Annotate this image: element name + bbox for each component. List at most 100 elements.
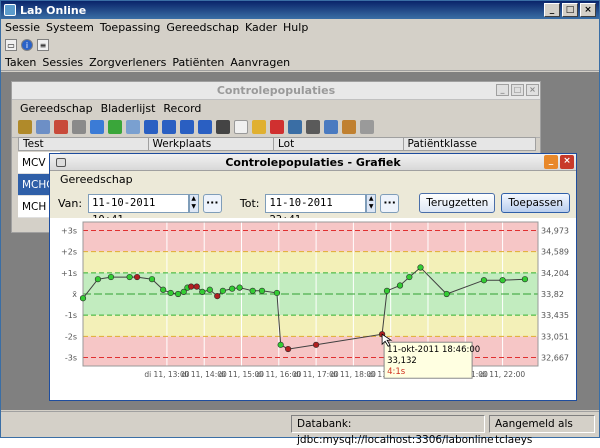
data-point bbox=[417, 264, 424, 271]
maximize-button[interactable]: □ bbox=[562, 3, 578, 17]
toepassen-button[interactable]: Toepassen bbox=[501, 193, 570, 213]
nav-zorgverleners[interactable]: Zorgverleners bbox=[89, 56, 166, 69]
close-button[interactable]: × bbox=[580, 3, 596, 17]
chart-icon[interactable] bbox=[288, 119, 302, 134]
left-tick-label: +1s bbox=[61, 269, 77, 278]
data-point bbox=[312, 341, 320, 348]
x-tick-label: di 11, 22:00 bbox=[480, 370, 525, 379]
dialog-close-button[interactable]: × bbox=[560, 155, 574, 169]
menu-systeem[interactable]: Systeem bbox=[46, 21, 94, 34]
data-point bbox=[443, 290, 450, 298]
right-tick-label: 34,204 bbox=[541, 269, 569, 278]
band-yellow-bottom bbox=[83, 315, 538, 337]
refresh-icon[interactable] bbox=[108, 119, 122, 134]
tot-label: Tot: bbox=[239, 196, 260, 210]
previous-icon[interactable] bbox=[162, 119, 176, 134]
print-icon[interactable] bbox=[72, 119, 86, 134]
info-icon[interactable]: i bbox=[21, 39, 33, 51]
minimize-button[interactable]: _ bbox=[544, 3, 560, 17]
database-icon[interactable] bbox=[324, 119, 338, 134]
van-date-field[interactable]: 11-10-2011 10:41 bbox=[88, 193, 189, 226]
nav-taken[interactable]: Taken bbox=[5, 56, 36, 69]
data-point bbox=[277, 341, 284, 348]
data-point bbox=[79, 295, 87, 302]
frame-menu-bladerlijst[interactable]: Bladerlijst bbox=[101, 102, 156, 115]
column-lot[interactable]: Lot bbox=[274, 138, 404, 150]
frame-title: Controlepopulaties bbox=[216, 84, 336, 97]
right-tick-label: 32,667 bbox=[541, 354, 569, 363]
nav-aanvragen[interactable]: Aanvragen bbox=[230, 56, 290, 69]
terugzetten-button[interactable]: Terugzetten bbox=[419, 193, 496, 213]
column-werkplaats[interactable]: Werkplaats bbox=[149, 138, 275, 150]
data-point bbox=[258, 287, 266, 294]
next-icon[interactable] bbox=[180, 119, 194, 134]
right-tick-label: 33,82 bbox=[541, 290, 564, 299]
delete-row-icon[interactable] bbox=[54, 119, 68, 134]
edit-icon[interactable] bbox=[18, 119, 32, 134]
data-point bbox=[133, 273, 141, 281]
right-tick-label: 33,051 bbox=[541, 332, 569, 341]
export-icon[interactable] bbox=[126, 119, 140, 134]
data-point bbox=[167, 289, 174, 297]
column-patientklasse[interactable]: Patiëntklasse bbox=[404, 138, 535, 150]
nav-bar: Taken Sessies Zorgverleners Patiënten Aa… bbox=[1, 54, 599, 71]
tot-date-field[interactable]: 11-10-2011 23:41 bbox=[265, 193, 367, 226]
last-icon[interactable] bbox=[198, 119, 212, 134]
data-point bbox=[499, 277, 506, 284]
dialog-minimize-button[interactable]: _ bbox=[544, 155, 558, 169]
eye-icon bbox=[56, 158, 66, 167]
data-point bbox=[285, 345, 292, 353]
column-test[interactable]: Test bbox=[19, 138, 149, 150]
group-icon[interactable] bbox=[306, 119, 320, 134]
frame-maximize-button[interactable]: □ bbox=[511, 84, 524, 96]
tot-picker-button[interactable]: ··· bbox=[380, 193, 400, 213]
main-menubar: Sessie Systeem Toepassing Gereedschap Ka… bbox=[1, 19, 599, 36]
data-point bbox=[107, 273, 115, 281]
levey-jennings-chart: +3s +2s +1s x̄ -1s -2s -3s 34,973 34,589 34,204 33… bbox=[61, 221, 569, 379]
data-point bbox=[160, 286, 167, 293]
copy-icon[interactable] bbox=[36, 119, 50, 134]
menu-gereedschap[interactable]: Gereedschap bbox=[166, 21, 239, 34]
database-status: Databank: jdbc:mysql://localhost:3306/la… bbox=[291, 415, 494, 446]
right-tick-label: 34,973 bbox=[541, 226, 569, 235]
chart-dialog: Controlepopulaties - Grafiek _ × Gereeds… bbox=[49, 153, 577, 401]
dialog-menu-gereedschap[interactable]: Gereedschap bbox=[60, 173, 133, 186]
data-point bbox=[236, 284, 243, 291]
frame-menu-record[interactable]: Record bbox=[163, 102, 201, 115]
frame-menu-gereedschap[interactable]: Gereedschap bbox=[20, 102, 93, 115]
data-point bbox=[249, 287, 256, 294]
data-point bbox=[396, 282, 404, 289]
nav-patienten[interactable]: Patiënten bbox=[172, 56, 224, 69]
filter-icon[interactable] bbox=[90, 119, 104, 134]
menu-toepassing[interactable]: Toepassing bbox=[100, 21, 161, 34]
van-label: Van: bbox=[58, 196, 83, 210]
van-spinner[interactable]: ▲ ▼ bbox=[188, 193, 199, 213]
pencil-icon[interactable] bbox=[252, 119, 266, 134]
menu-sessie[interactable]: Sessie bbox=[5, 21, 40, 34]
frame-minimize-button[interactable]: _ bbox=[496, 84, 509, 96]
dialog-title: Controlepopulaties - Grafiek bbox=[225, 156, 401, 169]
menu-hulp[interactable]: Hulp bbox=[283, 21, 308, 34]
chart-area: +3s +2s +1s x̄ -1s -2s -3s 34,973 34,589 34,204 33… bbox=[50, 218, 576, 400]
frame-toolbar bbox=[12, 116, 540, 138]
van-picker-button[interactable]: ··· bbox=[202, 193, 222, 213]
app-title: Lab Online bbox=[20, 3, 87, 17]
document-icon[interactable]: ≡ bbox=[37, 39, 49, 51]
band-yellow-top bbox=[83, 251, 538, 273]
data-point bbox=[199, 288, 206, 295]
settings-icon[interactable] bbox=[342, 119, 356, 134]
frame-close-button[interactable]: × bbox=[526, 84, 539, 96]
tot-spinner[interactable]: ▲ ▼ bbox=[366, 193, 377, 213]
cancel-icon[interactable] bbox=[270, 119, 284, 134]
binoculars-icon[interactable] bbox=[216, 119, 230, 134]
new-icon[interactable] bbox=[234, 119, 248, 134]
right-tick-label: 33,435 bbox=[541, 311, 569, 320]
app-logo-icon bbox=[4, 4, 16, 16]
nav-sessies[interactable]: Sessies bbox=[42, 56, 83, 69]
menu-kader[interactable]: Kader bbox=[245, 21, 277, 34]
attach-icon[interactable] bbox=[360, 119, 374, 134]
first-icon[interactable] bbox=[144, 119, 158, 134]
data-point bbox=[521, 276, 529, 283]
window-icon[interactable]: ▭ bbox=[5, 39, 17, 51]
tooltip-line: 4:1s bbox=[387, 367, 406, 377]
